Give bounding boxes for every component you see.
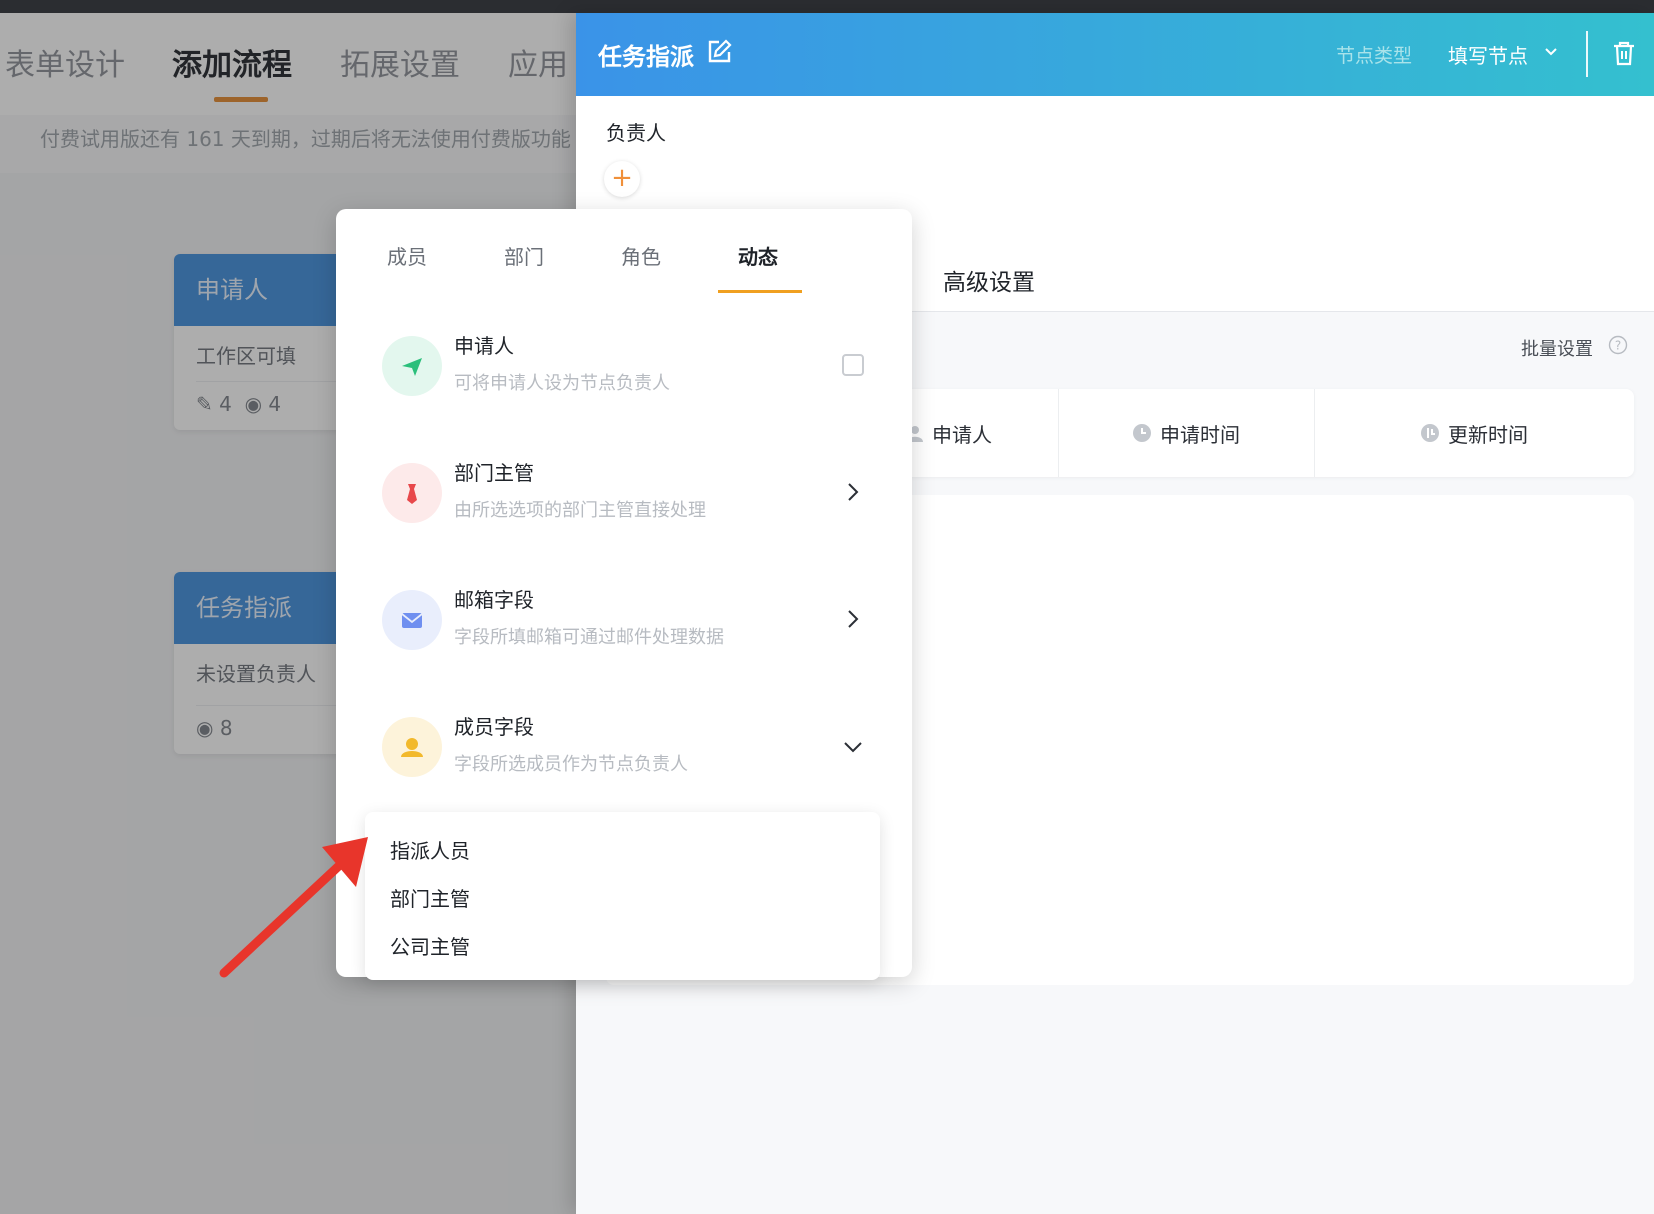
annotation-arrow-icon: [219, 837, 368, 978]
svg-text:?: ?: [1615, 339, 1621, 353]
tab-advanced-settings[interactable]: 高级设置: [943, 263, 1035, 297]
field-apply-time[interactable]: 申请时间: [1058, 389, 1314, 477]
option-desc-applicant: 可将申请人设为节点负责人: [454, 373, 670, 394]
drawer-header: 任务指派 节点类型 填写节点: [576, 13, 1654, 96]
add-owner-button[interactable]: +: [604, 161, 640, 197]
update-clock-icon: [1421, 424, 1439, 442]
paper-plane-icon: [382, 336, 442, 396]
trash-icon[interactable]: [1612, 40, 1636, 66]
option-title-member-field[interactable]: 成员字段: [454, 711, 534, 740]
owner-label: 负责人: [606, 121, 666, 145]
field-label: 申请人: [932, 422, 992, 447]
field-update-time[interactable]: 更新时间: [1314, 389, 1634, 477]
option-title-applicant[interactable]: 申请人: [454, 330, 514, 359]
picker-tab-departments[interactable]: 部门: [504, 241, 544, 270]
chevron-down-icon[interactable]: [842, 740, 864, 754]
member-badge-icon: [382, 717, 442, 777]
help-icon[interactable]: ?: [1608, 335, 1628, 355]
field-label: 申请时间: [1160, 422, 1240, 447]
option-title-dept-manager[interactable]: 部门主管: [454, 457, 534, 486]
drawer-title: 任务指派: [598, 43, 694, 71]
option-desc-email-field: 字段所填邮箱可通过邮件处理数据: [454, 627, 724, 648]
option-desc-dept-manager: 由所选选项的部门主管直接处理: [454, 500, 706, 521]
field-label: 更新时间: [1448, 422, 1528, 447]
submenu-item-dept-manager[interactable]: 部门主管: [390, 883, 470, 912]
node-type-select[interactable]: 填写节点: [1448, 40, 1528, 69]
picker-tab-indicator: [718, 290, 802, 293]
submenu-item-assignee[interactable]: 指派人员: [390, 835, 470, 864]
picker-tab-members[interactable]: 成员: [387, 241, 427, 270]
chevron-right-icon[interactable]: [846, 481, 860, 503]
window-top-strip: [0, 0, 1654, 13]
envelope-icon: [382, 590, 442, 650]
chevron-down-icon[interactable]: [1544, 47, 1558, 57]
submenu-item-company-manager[interactable]: 公司主管: [390, 931, 470, 960]
chevron-right-icon[interactable]: [846, 608, 860, 630]
member-field-submenu: 指派人员 部门主管 公司主管: [365, 812, 880, 980]
edit-icon[interactable]: [706, 39, 732, 65]
picker-tab-roles[interactable]: 角色: [621, 241, 661, 270]
header-divider: [1586, 31, 1588, 77]
applicant-checkbox[interactable]: [842, 354, 864, 376]
field-applicant[interactable]: 申请人: [906, 389, 1058, 477]
batch-settings-button[interactable]: 批量设置: [1521, 335, 1593, 361]
option-title-email-field[interactable]: 邮箱字段: [454, 584, 534, 613]
clock-icon: [1133, 424, 1151, 442]
option-desc-member-field: 字段所选成员作为节点负责人: [454, 754, 688, 775]
node-type-label: 节点类型: [1336, 45, 1413, 67]
necktie-icon: [382, 463, 442, 523]
picker-tab-dynamic[interactable]: 动态: [738, 241, 778, 270]
